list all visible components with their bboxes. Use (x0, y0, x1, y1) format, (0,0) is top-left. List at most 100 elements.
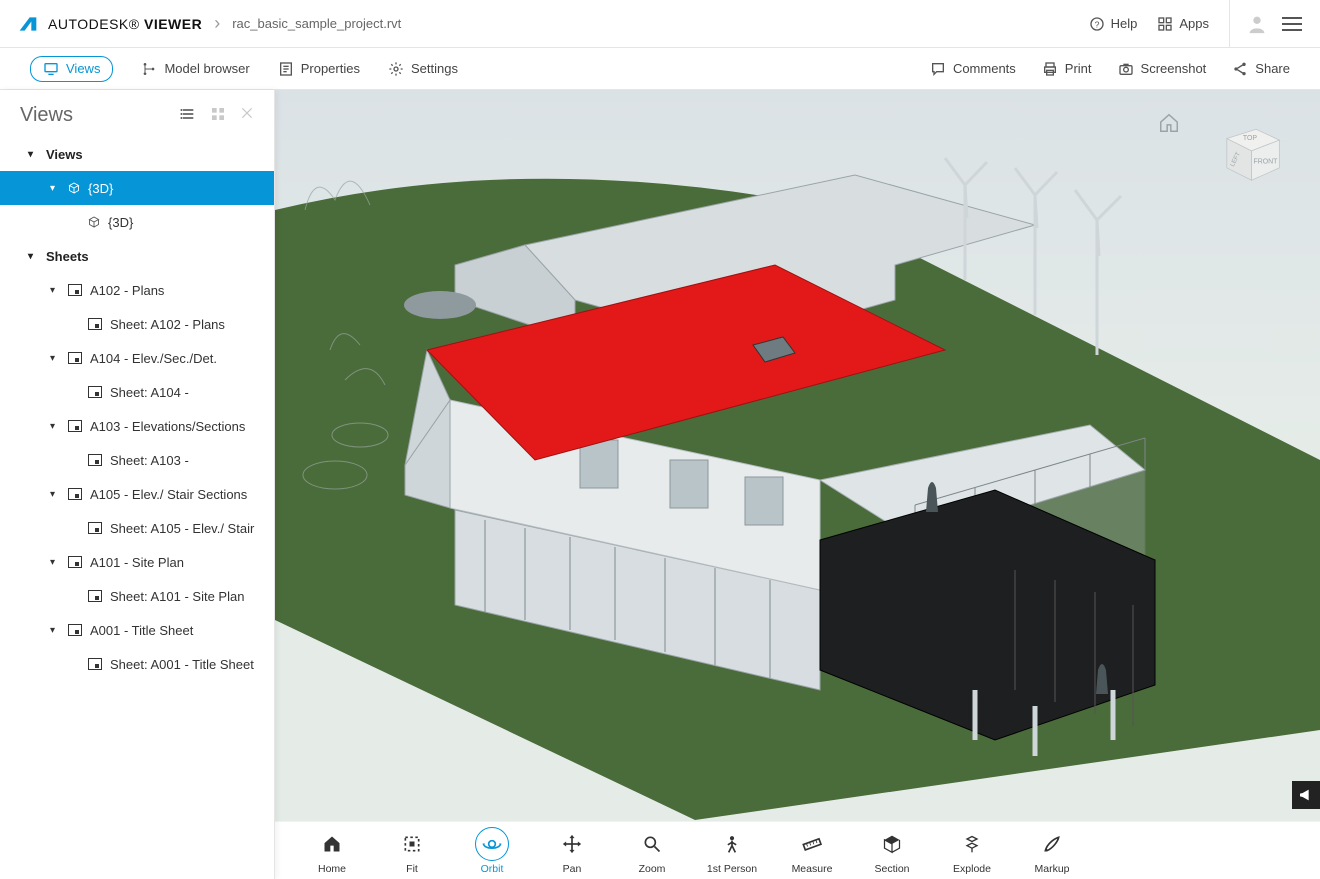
svg-text:?: ? (1094, 19, 1099, 29)
tree-sheet-child[interactable]: Sheet: A102 - Plans (0, 307, 274, 341)
bottombar-firstperson[interactable]: 1st Person (705, 827, 759, 875)
explode-icon (962, 834, 982, 854)
tree-item-3d-child[interactable]: {3D} (0, 205, 274, 239)
orbit-icon (482, 834, 502, 854)
chevron-down-icon: ▾ (50, 183, 60, 194)
tree-sheet-child-label: Sheet: A101 - Site Plan (110, 589, 244, 604)
breadcrumb-separator-icon: › (214, 13, 220, 34)
sheet-icon (88, 522, 102, 534)
tree-sheet-parent[interactable]: ▾A101 - Site Plan (0, 545, 274, 579)
zoom-icon (642, 834, 662, 854)
tree-sheet-child[interactable]: Sheet: A103 - (0, 443, 274, 477)
tree-sheet-child-label: Sheet: A105 - Elev./ Stair (110, 521, 254, 536)
sheet-icon (68, 624, 82, 636)
bottombar-markup[interactable]: Markup (1025, 827, 1079, 875)
tree-icon (141, 61, 157, 77)
viewcube-front-label: FRONT (1254, 158, 1279, 165)
print-button[interactable]: Print (1042, 61, 1092, 77)
share-button[interactable]: Share (1232, 61, 1290, 77)
feedback-button[interactable] (1292, 781, 1320, 809)
markup-icon (1042, 834, 1062, 854)
tree-item-3d-child-label: {3D} (108, 215, 133, 230)
tab-properties[interactable]: Properties (278, 61, 360, 77)
pan-icon (562, 834, 582, 854)
tree-item-3d-parent[interactable]: ▾ {3D} (0, 171, 274, 205)
sheet-icon (68, 284, 82, 296)
hamburger-menu-icon[interactable] (1282, 14, 1302, 34)
tab-settings[interactable]: Settings (388, 61, 458, 77)
chevron-down-icon: ▾ (50, 489, 60, 500)
list-view-icon[interactable] (180, 106, 196, 126)
tab-model-browser[interactable]: Model browser (141, 61, 249, 77)
bottombar-explode-label: Explode (953, 863, 991, 875)
print-icon (1042, 61, 1058, 77)
gear-icon (388, 61, 404, 77)
breadcrumb-filename[interactable]: rac_basic_sample_project.rvt (232, 16, 401, 31)
tree-sheet-parent[interactable]: ▾A103 - Elevations/Sections (0, 409, 274, 443)
tab-settings-label: Settings (411, 61, 458, 76)
viewcube[interactable]: TOP FRONT LEFT (1210, 120, 1290, 188)
tree-sheet-parent[interactable]: ▾A001 - Title Sheet (0, 613, 274, 647)
bottombar-section[interactable]: Section (865, 827, 919, 875)
tree-section-views[interactable]: ▾ Views (0, 137, 274, 171)
tree-sheet-child-label: Sheet: A102 - Plans (110, 317, 225, 332)
tree-sheet-child[interactable]: Sheet: A104 - (0, 375, 274, 409)
bottombar-orbit-label: Orbit (481, 863, 504, 875)
brand-text: AUTODESK® VIEWER (48, 16, 202, 32)
chevron-down-icon: ▾ (50, 353, 60, 364)
grid-view-icon[interactable] (210, 106, 226, 126)
screenshot-button[interactable]: Screenshot (1118, 61, 1207, 77)
tree-sheet-child[interactable]: Sheet: A001 - Title Sheet (0, 647, 274, 681)
screenshot-label: Screenshot (1141, 61, 1207, 76)
help-label: Help (1111, 16, 1138, 31)
tree-section-sheets[interactable]: ▾ Sheets (0, 239, 274, 273)
apps-label: Apps (1179, 16, 1209, 31)
close-sidebar-icon[interactable] (240, 106, 254, 126)
main-area: Views ▾ Views ▾ {3D} {3D} (0, 90, 1320, 879)
bottombar-zoom[interactable]: Zoom (625, 827, 679, 875)
bottombar-explode[interactable]: Explode (945, 827, 999, 875)
print-label: Print (1065, 61, 1092, 76)
tab-properties-label: Properties (301, 61, 360, 76)
help-button[interactable]: ? Help (1089, 16, 1138, 32)
apps-button[interactable]: Apps (1157, 16, 1209, 32)
home-view-icon[interactable] (1158, 112, 1180, 134)
bottombar-orbit[interactable]: Orbit (465, 827, 519, 875)
autodesk-logo-icon (18, 14, 38, 34)
chevron-down-icon: ▾ (50, 285, 60, 296)
tree-sheet-parent[interactable]: ▾A104 - Elev./Sec./Det. (0, 341, 274, 375)
sidebar-title: Views (20, 104, 170, 127)
bottombar-home[interactable]: Home (305, 827, 359, 875)
sheet-icon (88, 386, 102, 398)
brand[interactable]: AUTODESK® VIEWER (18, 14, 202, 34)
tree-sheet-child-label: Sheet: A104 - (110, 385, 189, 400)
bottombar-zoom-label: Zoom (639, 863, 666, 875)
apps-icon (1157, 16, 1173, 32)
bottombar-pan[interactable]: Pan (545, 827, 599, 875)
tree-sheet-child[interactable]: Sheet: A101 - Site Plan (0, 579, 274, 613)
model-scene (275, 90, 1320, 879)
tab-views[interactable]: Views (30, 56, 113, 82)
avatar-icon[interactable] (1246, 13, 1268, 35)
comments-button[interactable]: Comments (930, 61, 1016, 77)
bottombar-measure[interactable]: Measure (785, 827, 839, 875)
tree-sheet-child[interactable]: Sheet: A105 - Elev./ Stair (0, 511, 274, 545)
bottombar-home-label: Home (318, 863, 346, 875)
measure-icon (802, 834, 822, 854)
tree-sheet-parent[interactable]: ▾A102 - Plans (0, 273, 274, 307)
fit-icon (402, 834, 422, 854)
cube-icon (88, 216, 100, 228)
sheet-icon (68, 352, 82, 364)
sheet-icon (88, 454, 102, 466)
tree-sheet-parent-label: A101 - Site Plan (90, 555, 184, 570)
bottombar-section-label: Section (874, 863, 909, 875)
bottombar-fit[interactable]: Fit (385, 827, 439, 875)
tree-sheet-parent[interactable]: ▾A105 - Elev./ Stair Sections (0, 477, 274, 511)
sheet-icon (88, 590, 102, 602)
sheet-icon (68, 488, 82, 500)
comment-icon (930, 61, 946, 77)
cube-icon (68, 182, 80, 194)
viewport-3d[interactable]: TOP FRONT LEFT Home Fit Orbit Pan Zoom 1st Pe… (275, 90, 1320, 879)
megaphone-icon (1298, 787, 1314, 803)
comments-label: Comments (953, 61, 1016, 76)
